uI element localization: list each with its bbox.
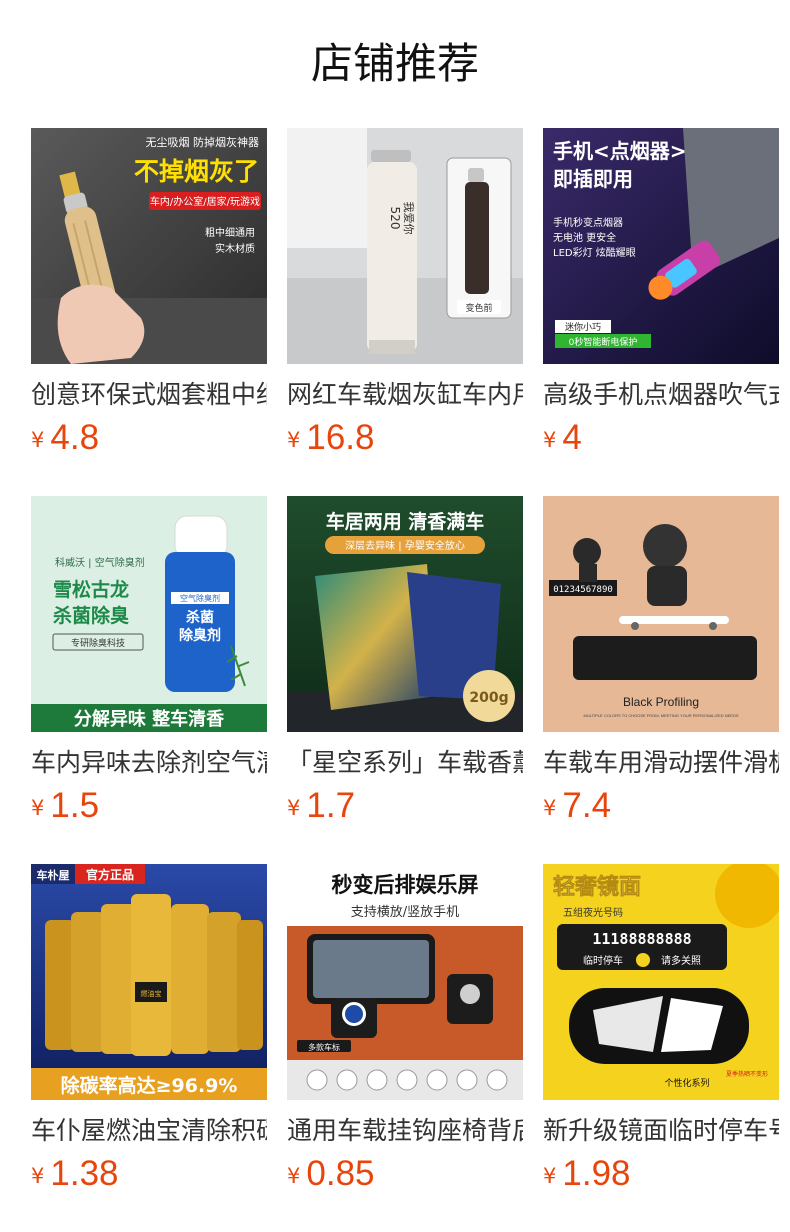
currency-symbol: ¥: [287, 428, 301, 452]
fragrance-bag-icon[interactable]: 车居两用 清香满车 深层去异味 | 孕婴安全放心 200g: [287, 496, 523, 732]
currency-symbol: ¥: [31, 428, 45, 452]
price-amount: 0.85: [306, 1154, 375, 1193]
skateboard-figure-icon[interactable]: 01234567890 Black Profiling MULTIPLE COL…: [543, 496, 779, 732]
image-text: 手机秒变点烟器: [553, 216, 623, 229]
image-text: 轻奢镜面: [553, 874, 641, 900]
image-text: 车朴屋: [37, 868, 70, 882]
image-text: MULTIPLE COLORS TO CHOOSE FROM, MEETING …: [583, 713, 738, 718]
parking-number-plate-icon[interactable]: 轻奢镜面 五组夜光号码 11188888888 临时停车 请多关照 个性化系列 …: [543, 864, 779, 1100]
product-price: ¥1.98: [543, 1154, 631, 1194]
image-text: 雪松古龙: [53, 578, 129, 601]
product-price: ¥1.7: [287, 786, 355, 826]
currency-symbol: ¥: [287, 1164, 301, 1188]
price-amount: 1.98: [562, 1154, 631, 1193]
product-price: ¥7.4: [543, 786, 611, 826]
product-name[interactable]: 车载车用滑动摆件滑板: [543, 746, 779, 780]
product-name[interactable]: 新升级镜面临时停车号码: [543, 1114, 779, 1148]
currency-symbol: ¥: [287, 796, 301, 820]
price-amount: 4: [562, 418, 582, 457]
image-text: 支持横放/竖放手机: [351, 905, 459, 920]
image-text: 11188888888: [592, 930, 691, 948]
image-text: 请多关照: [661, 954, 701, 967]
product-name[interactable]: 创意环保式烟套粗中细: [31, 378, 267, 412]
currency-symbol: ¥: [543, 428, 557, 452]
image-text: 临时停车: [583, 954, 623, 967]
image-text: 杀菌除臭: [53, 604, 129, 627]
image-text: 不掉烟灰了: [134, 157, 259, 186]
image-text: 个性化系列: [664, 1077, 709, 1089]
image-text: 迷你小巧: [565, 321, 601, 333]
price-amount: 16.8: [306, 418, 375, 457]
image-text: 无尘吸烟 防掉烟灰神器: [146, 135, 260, 149]
price-amount: 1.5: [50, 786, 100, 825]
price-amount: 4.8: [50, 418, 100, 457]
image-text: 科威沃 | 空气除臭剂: [55, 556, 145, 569]
image-text: 夏季热晒不变形: [726, 1070, 768, 1078]
product-name[interactable]: 网红车载烟灰缸车内用: [287, 378, 523, 412]
image-text: 520: [388, 207, 402, 230]
image-text: 官方正品: [86, 867, 134, 882]
page-title: 店铺推荐: [310, 39, 479, 88]
image-text: 无电池 更安全: [553, 231, 616, 244]
image-text: 车居两用 清香满车: [326, 510, 485, 533]
phone-lighter-icon[interactable]: 手机<点烟器> 即插即用 手机秒变点烟器 无电池 更安全 LED彩灯 炫酷耀眼 …: [543, 128, 779, 364]
image-text: 实木材质: [215, 242, 255, 255]
image-text: 粗中细通用: [205, 226, 255, 239]
image-text: 分解异味 整车清香: [74, 708, 225, 730]
spray-can-icon[interactable]: 科威沃 | 空气除臭剂 雪松古龙 杀菌除臭 专研除臭科技 空气除臭剂 杀菌 除臭…: [31, 496, 267, 732]
currency-symbol: ¥: [31, 1164, 45, 1188]
product-name[interactable]: 「星空系列」车载香薰: [287, 746, 523, 780]
image-text: 变色前: [465, 302, 492, 314]
image-text: 五组夜光号码: [563, 906, 623, 919]
image-text: 车内/办公室/居家/玩游戏: [150, 195, 260, 208]
product-name[interactable]: 车内异味去除剂空气清新: [31, 746, 267, 780]
product-price: ¥1.38: [31, 1154, 119, 1194]
image-text: 空气除臭剂: [180, 593, 220, 603]
price-amount: 1.38: [50, 1154, 119, 1193]
currency-symbol: ¥: [543, 1164, 557, 1188]
price-amount: 7.4: [562, 786, 612, 825]
product-price: ¥4.8: [31, 418, 99, 458]
image-text: 我爱你: [402, 202, 415, 235]
image-text: LED彩灯 炫酷耀眼: [553, 246, 636, 259]
image-text: 杀菌: [186, 609, 214, 626]
image-text: 手机<点烟器>: [553, 139, 687, 163]
image-text: 燃油宝: [141, 989, 162, 998]
product-price: ¥4: [543, 418, 582, 458]
image-text: 秒变后排娱乐屏: [332, 873, 479, 897]
product-price: ¥0.85: [287, 1154, 375, 1194]
price-amount: 1.7: [306, 786, 356, 825]
product-name[interactable]: 高级手机点烟器吹气式: [543, 378, 779, 412]
image-text: 深层去异味 | 孕婴安全放心: [345, 539, 465, 552]
image-text: Black Profiling: [623, 695, 699, 709]
product-price: ¥1.5: [31, 786, 99, 826]
ashtray-icon[interactable]: 520 我爱你 变色前: [287, 128, 523, 364]
product-name[interactable]: 车仆屋燃油宝清除积碳: [31, 1114, 267, 1148]
image-text: 多款车标: [308, 1042, 340, 1052]
product-name[interactable]: 通用车载挂钩座椅背后: [287, 1114, 523, 1148]
fuel-additive-bottles-icon[interactable]: 车朴屋 官方正品 燃油宝 除碳率高达≥96.9%: [31, 864, 267, 1100]
product-price: ¥16.8: [287, 418, 375, 458]
cigarette-holder-icon[interactable]: 无尘吸烟 防掉烟灰神器 不掉烟灰了 车内/办公室/居家/玩游戏 粗中细通用 实木…: [31, 128, 267, 364]
image-text: 除碳率高达≥96.9%: [61, 1074, 238, 1097]
currency-symbol: ¥: [543, 796, 557, 820]
image-text: 即插即用: [553, 167, 633, 191]
image-text: 01234567890: [553, 585, 613, 595]
image-text: 0秒智能断电保护: [569, 336, 638, 348]
currency-symbol: ¥: [31, 796, 45, 820]
image-text: 200g: [469, 690, 508, 706]
image-text: 专研除臭科技: [71, 637, 125, 649]
seat-hook-icon[interactable]: 秒变后排娱乐屏 支持横放/竖放手机 多款车标: [287, 864, 523, 1100]
image-text: 除臭剂: [179, 627, 221, 644]
